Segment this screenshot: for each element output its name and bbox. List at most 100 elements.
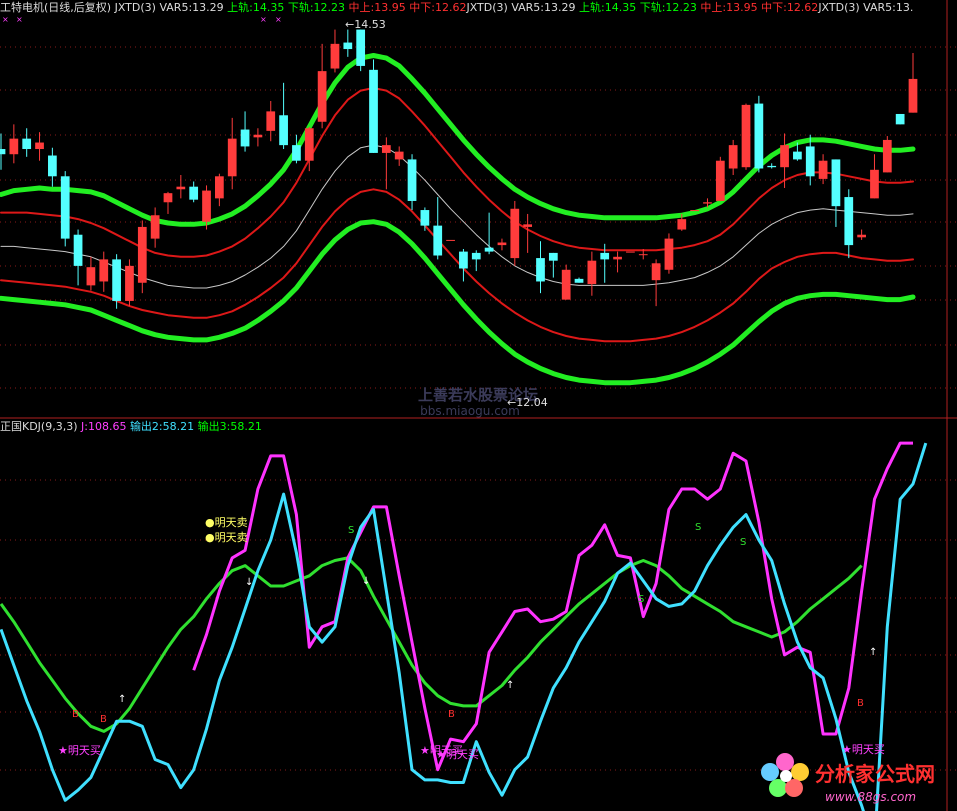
candle-up: [330, 43, 340, 69]
candle-down: [73, 234, 83, 266]
candle-down: [767, 165, 777, 168]
svg-text:←12.04: ←12.04: [507, 396, 548, 409]
candle-down: [433, 225, 443, 256]
header-top-item: JXTD(3): [817, 1, 863, 14]
b-marker: B: [100, 714, 107, 725]
candle-down: [793, 151, 802, 160]
candle-down: [754, 103, 764, 169]
svg-text:×: ×: [260, 15, 267, 24]
candle-up: [626, 251, 635, 253]
candle-up: [163, 193, 173, 203]
candle-up: [125, 265, 134, 301]
candle-up: [908, 78, 918, 113]
candle-up: [35, 142, 44, 150]
s-marker: S: [740, 537, 746, 548]
candle-down: [574, 278, 584, 283]
candle-up: [728, 145, 738, 169]
logo-name: 分析家公式网: [815, 762, 935, 786]
candle-up: [202, 190, 211, 222]
candle-down: [459, 251, 468, 269]
candle-down: [844, 197, 854, 246]
candle-up: [561, 269, 571, 300]
header-bottom-item: J:108.65: [80, 420, 130, 433]
buy-signal-label: ★明天买: [436, 748, 479, 761]
header-top-item: 上轨:14.35: [579, 0, 640, 14]
up-arrow-marker: ↑: [118, 694, 126, 705]
candle-down: [895, 113, 905, 125]
buy-signal-label: ★明天买: [842, 743, 885, 756]
buy-signal-label: ★明天买: [58, 744, 101, 757]
candle-up: [227, 138, 237, 177]
candle-down: [536, 258, 545, 282]
candle-down: [548, 252, 558, 261]
svg-text:×: ×: [16, 15, 23, 24]
candle-down: [48, 155, 57, 177]
s-marker: S: [638, 594, 644, 605]
candle-down: [600, 252, 610, 260]
logo-url: www.88gs.com: [825, 790, 916, 804]
candle-up: [677, 219, 687, 230]
candle-up: [266, 111, 276, 131]
header-bottom-item: 输出3:58.21: [198, 419, 262, 433]
candle-down: [279, 115, 288, 146]
candle-up: [214, 176, 224, 199]
kdj-header: 正国KDJ(9,3,3) J:108.65 输出2:58.21 输出3:58.2…: [0, 419, 262, 433]
candle-down: [292, 145, 301, 161]
svg-text:×: ×: [275, 15, 282, 24]
candle-down: [356, 29, 366, 66]
candle-up: [304, 128, 314, 161]
candle-down: [831, 159, 841, 207]
high-price-label: ←14.53: [345, 18, 386, 31]
candle-up: [690, 210, 700, 212]
up-arrow-marker: ↑: [869, 647, 877, 658]
header-bottom-item: 输出2:58.21: [130, 419, 198, 433]
candle-down: [189, 186, 199, 200]
candle-down: [805, 146, 815, 177]
s-marker: S: [348, 525, 354, 536]
header-top-item: VAR5:13.29: [159, 1, 227, 14]
candle-up: [137, 226, 147, 283]
candle-up: [857, 234, 866, 238]
candle-up: [150, 215, 160, 239]
low-price-label: ←12.04: [507, 396, 548, 409]
candle-down: [240, 129, 250, 147]
candle-down: [484, 247, 494, 252]
candle-up: [317, 71, 327, 122]
header-top-item: JXTD(3): [111, 1, 159, 14]
candle-up: [882, 139, 892, 173]
sell-signal-label: ●明天卖: [205, 531, 248, 544]
candle-up: [715, 160, 725, 201]
header-top-item: 工特电机(日线,后复权): [0, 0, 111, 14]
candle-up: [664, 238, 674, 270]
candle-up: [446, 239, 455, 241]
svg-text:×: ×: [2, 15, 9, 24]
candle-up: [741, 104, 751, 168]
header-top-item: JXTD(3): [465, 1, 511, 14]
candle-up: [86, 267, 96, 286]
candle-up: [703, 202, 712, 204]
candle-up: [253, 134, 263, 138]
candle-down: [420, 210, 430, 226]
candle-up: [613, 256, 622, 260]
candle-down: [112, 259, 121, 301]
candle-up: [523, 224, 533, 227]
candle-up: [870, 169, 879, 199]
candle-down: [60, 176, 70, 239]
candle-up: [818, 160, 828, 179]
candle-down: [471, 252, 481, 260]
header-top-item: 下轨:12.23: [640, 0, 701, 14]
candle-up: [176, 186, 186, 190]
candle-up: [638, 254, 648, 256]
candle-up: [381, 145, 391, 153]
header-top-item: 中下:12.62: [761, 1, 818, 14]
header-bottom-item: 正国KDJ(9,3,3): [0, 420, 81, 433]
down-arrow-marker: ↓: [245, 577, 253, 588]
candle-up: [9, 138, 19, 155]
candle-down: [22, 138, 32, 150]
candle-down: [407, 159, 417, 201]
b-marker: B: [448, 709, 455, 720]
header-top-item: 中上:13.95: [700, 1, 761, 14]
candle-up: [780, 145, 789, 168]
candle-up: [651, 263, 661, 281]
s-marker: S: [695, 522, 701, 533]
